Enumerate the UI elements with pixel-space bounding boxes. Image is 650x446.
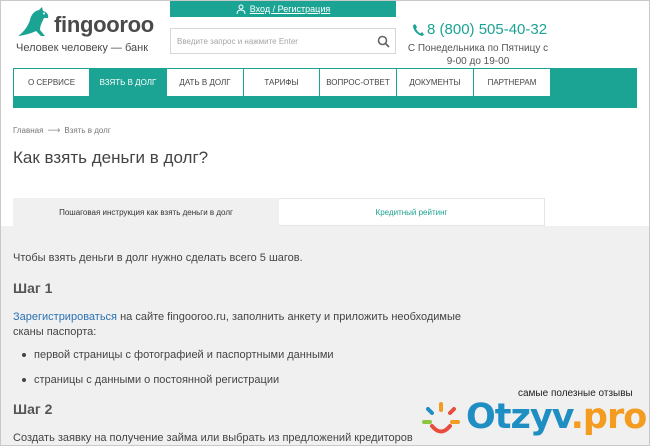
search-icon <box>377 35 390 48</box>
search-box <box>170 28 396 54</box>
step-2-text: Создать заявку на получение займа или вы… <box>13 432 413 444</box>
list-item-text: страницы с данными о постоянной регистра… <box>34 374 280 386</box>
breadcrumb: Главная ⟶ Взять в долг <box>13 125 111 136</box>
step-2-title: Шаг 2 <box>13 401 53 417</box>
arrow-right-icon: ⟶ <box>47 125 61 135</box>
tab-step-by-step[interactable]: Пошаговая инструкция как взять деньги в … <box>13 198 279 226</box>
phone-number[interactable]: 8 (800) 505-40-32 <box>427 21 547 38</box>
nav-item-faq[interactable]: ВОПРОС-ОТВЕТ <box>320 69 396 96</box>
nav-item-tariffs[interactable]: ТАРИФЫ <box>244 69 319 96</box>
tagline: Человек человеку — банк <box>16 42 149 54</box>
smiley-burst-icon <box>422 402 460 434</box>
page-title: Как взять деньги в долг? <box>13 148 209 167</box>
nav-item-partners[interactable]: ПАРТНЕРАМ <box>474 69 550 96</box>
watermark-tld: .pro <box>570 397 648 437</box>
login-register-link[interactable]: Вход / Регистрация <box>250 4 330 14</box>
intro-text: Чтобы взять деньги в долг нужно сделать … <box>13 252 303 264</box>
nav-item-documents[interactable]: ДОКУМЕНТЫ <box>397 69 473 96</box>
user-icon <box>236 4 246 14</box>
nav-item-about[interactable]: О СЕРВИСЕ <box>14 69 89 96</box>
watermark-brand: Otzyv <box>466 397 572 437</box>
list-item: страницы с данными о постоянной регистра… <box>22 374 279 386</box>
register-link[interactable]: Зарегистрироваться <box>13 311 117 323</box>
bullet-icon <box>22 353 26 357</box>
list-item-text: первой страницы с фотографией и паспортн… <box>34 349 334 361</box>
nav-item-borrow[interactable]: ВЗЯТЬ В ДОЛГ <box>90 69 166 96</box>
phone-icon <box>413 23 424 36</box>
tab-credit-rating[interactable]: Кредитный рейтинг <box>279 198 545 226</box>
logo-text: fingooroo <box>54 12 154 37</box>
watermark-logo: Otzyv.pro <box>466 397 648 437</box>
login-bar: Вход / Регистрация <box>170 0 396 17</box>
working-hours: С Понедельника по Пятницу с 9-00 до 19-0… <box>407 43 549 67</box>
step-1-title: Шаг 1 <box>13 280 53 296</box>
nav-item-lend[interactable]: ДАТЬ В ДОЛГ <box>167 69 243 96</box>
phone-block: 8 (800) 505-40-32 <box>412 21 547 38</box>
bullet-icon <box>22 378 26 382</box>
search-button[interactable] <box>371 29 395 53</box>
breadcrumb-home-link[interactable]: Главная <box>13 126 43 135</box>
kangaroo-icon <box>18 7 49 36</box>
breadcrumb-current: Взять в долг <box>64 126 111 135</box>
main-navigation: О СЕРВИСЕ ВЗЯТЬ В ДОЛГ ДАТЬ В ДОЛГ ТАРИФ… <box>13 68 637 108</box>
step-1-text: Зарегистрироваться на сайте fingooroo.ru… <box>13 310 493 340</box>
search-input[interactable] <box>171 29 371 53</box>
list-item: первой страницы с фотографией и паспортн… <box>22 349 334 361</box>
fingooroo-logo[interactable]: fingooroo <box>14 6 184 40</box>
